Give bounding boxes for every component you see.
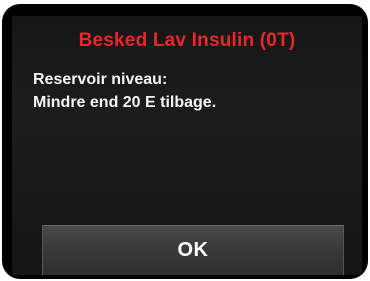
alert-message-line: Mindre end 20 E tilbage.: [33, 94, 217, 111]
device-bezel: Besked Lav Insulin (0T) Reservoir niveau…: [2, 4, 368, 279]
alert-message-line: Reservoir niveau:: [33, 71, 168, 88]
alert-title: Besked Lav Insulin (0T): [78, 30, 296, 51]
ok-button-label: OK: [177, 239, 209, 261]
alert-message: Reservoir niveau: Mindre end 20 E tilbag…: [33, 68, 353, 114]
alert-screen: Besked Lav Insulin (0T) Reservoir niveau…: [12, 16, 362, 275]
ok-button[interactable]: OK: [42, 225, 344, 275]
